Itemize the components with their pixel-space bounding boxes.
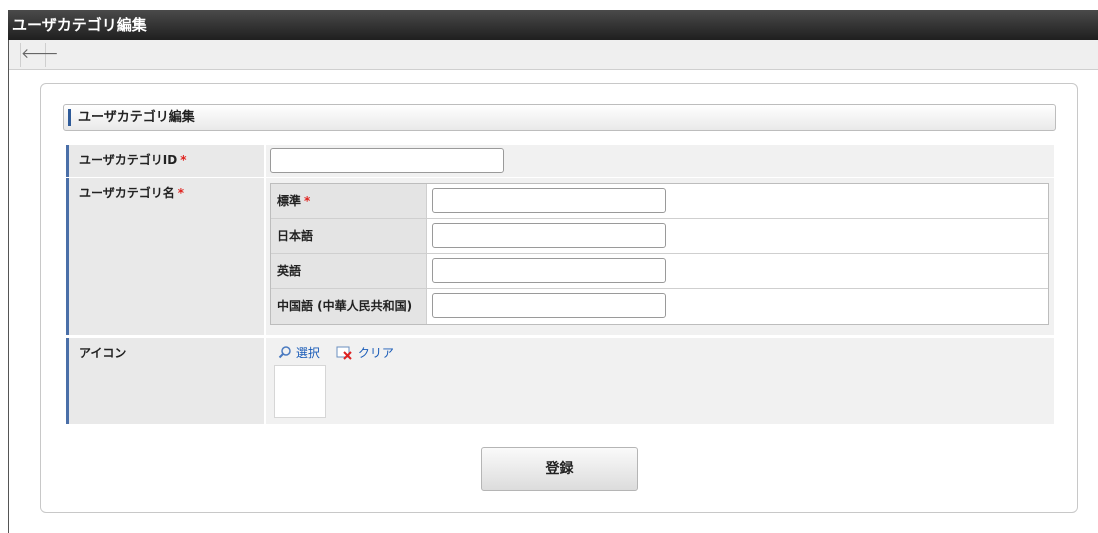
language-table: 標準 * 日本語 英語 中国語 (中華人民共和国) [270, 183, 1049, 325]
toolbar: 🡐 [8, 40, 1098, 70]
language-label: 標準 * [271, 184, 427, 218]
select-icon-link[interactable]: 選択 [278, 344, 320, 361]
required-mark: * [304, 194, 311, 208]
language-row-standard: 標準 * [271, 184, 1048, 219]
language-label-text: 日本語 [277, 229, 314, 243]
select-link-text: 選択 [295, 346, 320, 360]
clear-icon-link[interactable]: クリア [336, 344, 394, 361]
required-mark: * [177, 186, 185, 200]
language-row-japanese: 日本語 [271, 219, 1048, 254]
name-standard-input[interactable] [432, 188, 666, 213]
language-label: 中国語 (中華人民共和国) [271, 289, 427, 324]
language-label-text: 標準 [277, 194, 302, 208]
section-header: ユーザカテゴリ編集 [63, 104, 1056, 131]
page-left-border [8, 40, 9, 533]
language-label: 英語 [271, 254, 427, 288]
category-name-label: ユーザカテゴリ名 * [66, 178, 264, 335]
category-name-label-text: ユーザカテゴリ名 [79, 186, 175, 200]
back-button[interactable]: 🡐 [20, 43, 59, 67]
magnifier-icon [278, 346, 291, 359]
name-japanese-input[interactable] [432, 223, 666, 248]
icon-label-text: アイコン [79, 346, 127, 360]
language-label-text: 中国語 (中華人民共和国) [277, 299, 413, 313]
clear-image-icon [336, 346, 352, 360]
section-title: ユーザカテゴリ編集 [78, 110, 195, 125]
register-button[interactable]: 登録 [481, 447, 638, 491]
name-chinese-input[interactable] [432, 293, 666, 318]
language-label-text: 英語 [277, 264, 302, 278]
category-id-input[interactable] [270, 148, 504, 173]
category-id-label: ユーザカテゴリID * [66, 145, 264, 177]
language-row-english: 英語 [271, 254, 1048, 289]
required-mark: * [180, 153, 187, 167]
icon-preview [274, 365, 326, 418]
name-english-input[interactable] [432, 258, 666, 283]
back-arrow-icon: 🡐 [21, 46, 59, 62]
clear-link-text: クリア [357, 346, 394, 360]
language-row-chinese: 中国語 (中華人民共和国) [271, 289, 1048, 324]
language-label: 日本語 [271, 219, 427, 253]
window-title: ユーザカテゴリ編集 [8, 10, 1098, 40]
icon-label: アイコン [66, 338, 264, 424]
category-id-label-text: ユーザカテゴリID [79, 153, 178, 167]
